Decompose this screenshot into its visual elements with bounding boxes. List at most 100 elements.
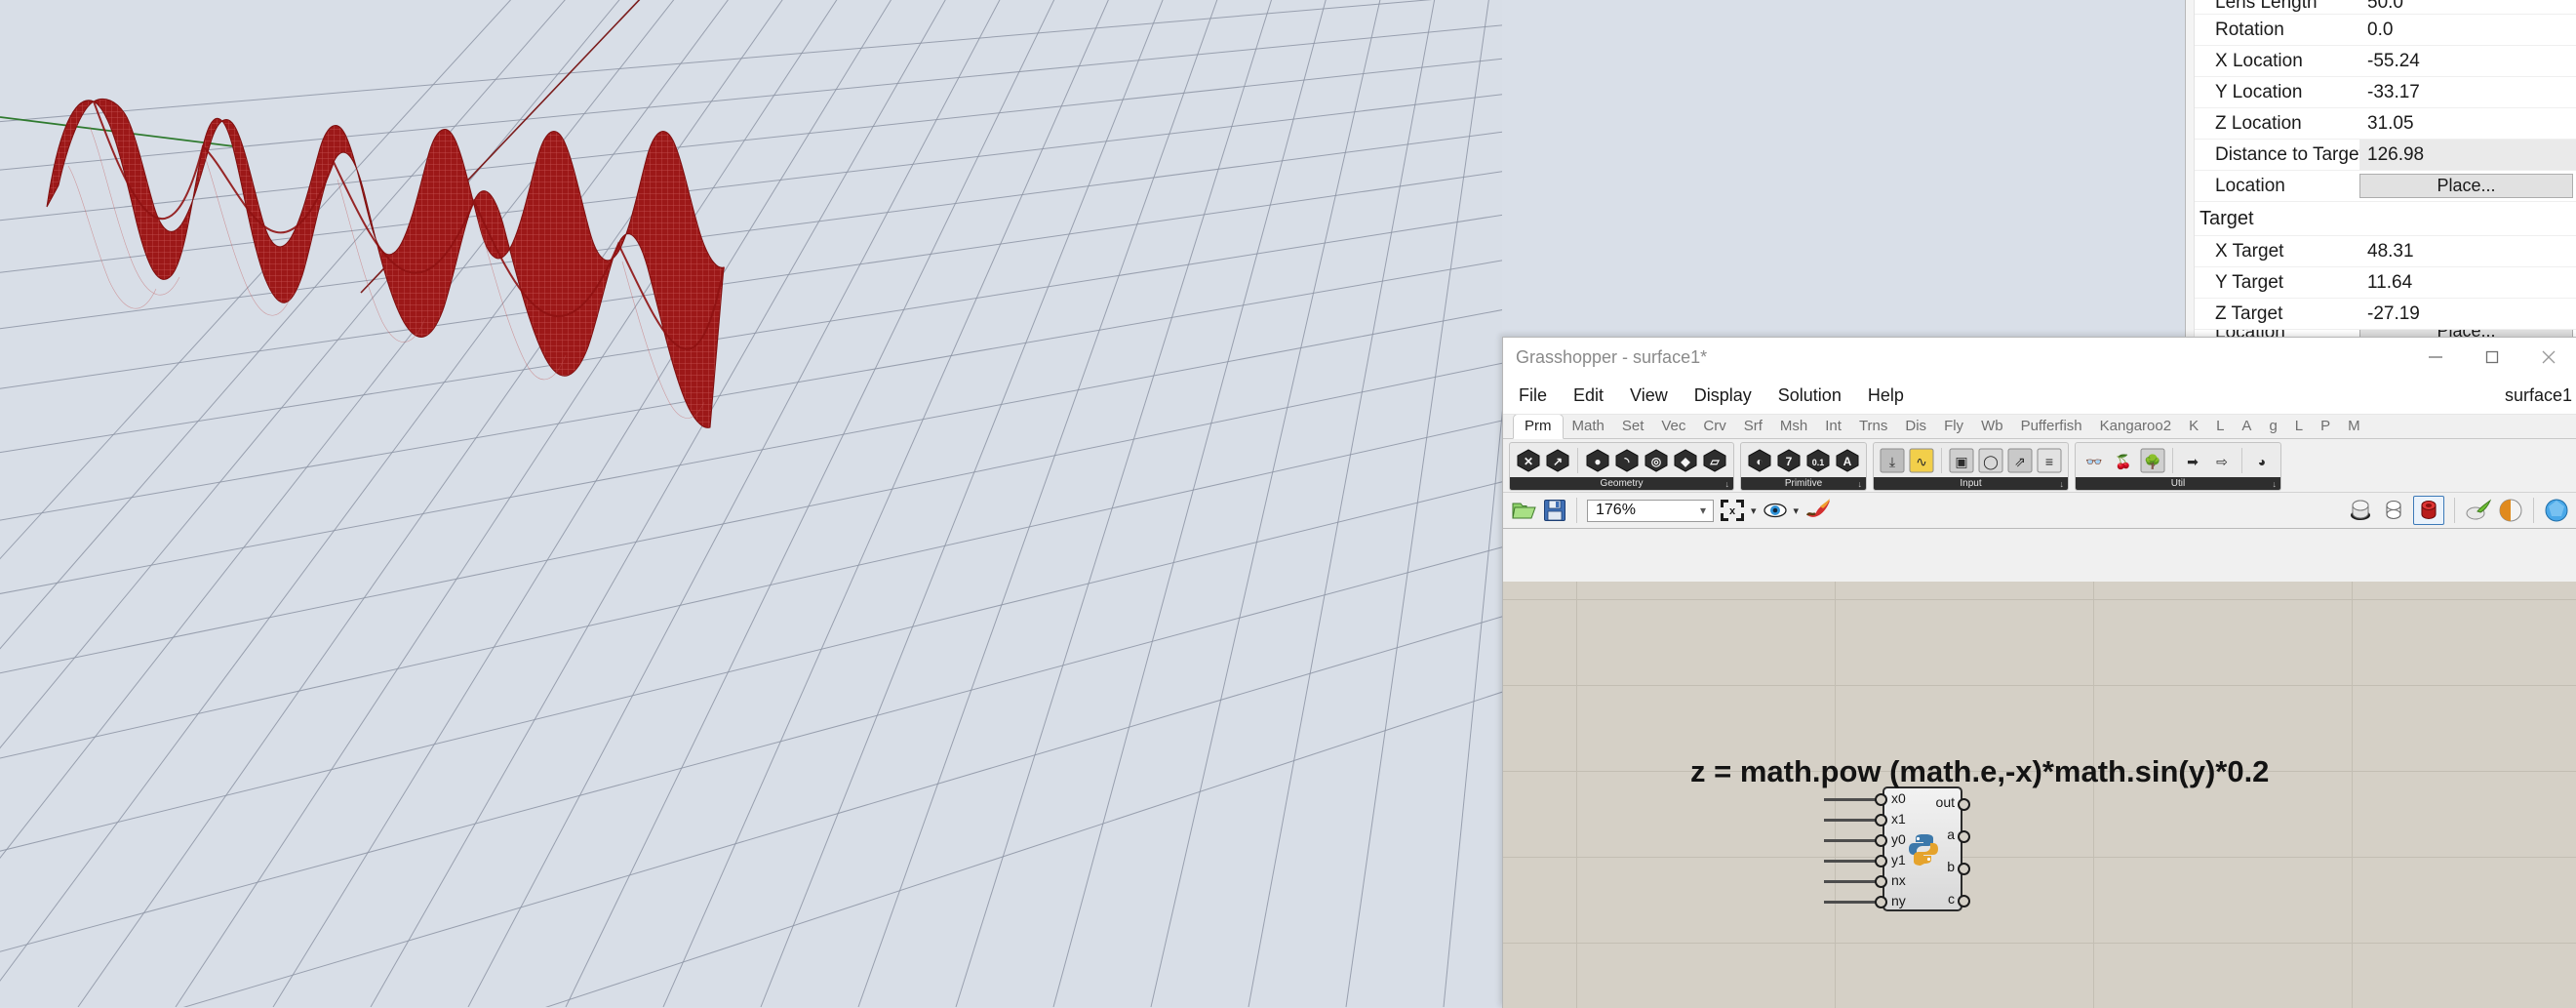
preview-shaded-icon[interactable]	[2413, 496, 2444, 525]
menu-item-view[interactable]: View	[1619, 385, 1679, 406]
output-pin-c[interactable]	[1958, 895, 1970, 907]
tab-a[interactable]: A	[2233, 416, 2260, 438]
input-panel-icon[interactable]: ≡	[2036, 448, 2063, 473]
property-row-location[interactable]: Location Place...	[2186, 171, 2576, 202]
primitive-boolean-icon[interactable]: ◐	[1746, 448, 1773, 473]
geometry-point-line-icon[interactable]: ◆	[1672, 448, 1699, 473]
tab-m[interactable]: M	[2339, 416, 2369, 438]
input-pin-ny[interactable]	[1875, 896, 1887, 908]
python-script-component[interactable]: x0 x1 y0 y1 nx ny out a b c	[1824, 786, 1970, 911]
eye-preview-icon[interactable]	[1763, 500, 1788, 521]
input-sketch-icon[interactable]: ∿	[1908, 448, 1935, 473]
output-pin-out[interactable]	[1958, 798, 1970, 811]
tab-fly[interactable]: Fly	[1935, 416, 1972, 438]
close-icon[interactable]	[2520, 338, 2576, 377]
property-row-z-target[interactable]: Z Target -27.19	[2186, 299, 2576, 330]
tab-kangaroo2[interactable]: Kangaroo2	[2091, 416, 2180, 438]
preview-shaded-off-icon[interactable]	[2347, 498, 2374, 523]
tab-crv[interactable]: Crv	[1694, 416, 1734, 438]
input-pin-y0[interactable]	[1875, 834, 1887, 847]
primitive-number-icon[interactable]: 0.1	[1804, 448, 1832, 473]
place-button[interactable]: Place...	[2359, 174, 2573, 198]
tab-srf[interactable]: Srf	[1735, 416, 1771, 438]
input-boolean-toggle-icon[interactable]: ▣	[1948, 448, 1975, 473]
input-pin-nx[interactable]	[1875, 875, 1887, 888]
util-tree-icon[interactable]: 🌳	[2139, 448, 2166, 473]
menu-item-help[interactable]: Help	[1857, 385, 1915, 406]
tab-l[interactable]: L	[2207, 416, 2233, 438]
tab-int[interactable]: Int	[1816, 416, 1850, 438]
property-row-rotation[interactable]: Rotation 0.0	[2186, 15, 2576, 46]
input-knob-icon[interactable]: ◯	[1977, 448, 2004, 473]
tab-wb[interactable]: Wb	[1972, 416, 2012, 438]
component-ribbon[interactable]: ✕ ↗ ● ◝ ◎ ◆ ▱ Geometry ↓ ◐ 7 0.1 A Primitive ↓ ⤓ ∿ ▣ ◯ ⇗ ≡ In…	[1503, 439, 2576, 492]
tab-l[interactable]: L	[2286, 416, 2312, 438]
property-row-z-location[interactable]: Z Location 31.05	[2186, 108, 2576, 140]
geometry-cross-icon[interactable]: ✕	[1515, 448, 1542, 473]
chevron-down-icon[interactable]: ▾	[1700, 504, 1706, 517]
tab-prm[interactable]: Prm	[1513, 414, 1564, 439]
primitive-integer-icon[interactable]: 7	[1775, 448, 1803, 473]
preview-wireframe-icon[interactable]	[2380, 498, 2407, 523]
util-arrow-hollow-icon[interactable]: ⇨	[2208, 448, 2236, 473]
maximize-icon[interactable]	[2464, 338, 2520, 377]
input-pin-x1[interactable]	[1875, 814, 1887, 827]
preview-dropdown-icon[interactable]: ▾	[1794, 504, 1800, 517]
rhino-viewport[interactable]	[0, 0, 1502, 1007]
tab-set[interactable]: Set	[1613, 416, 1653, 438]
input-pin-y1[interactable]	[1875, 855, 1887, 867]
grasshopper-toolbar[interactable]: 176% ▾ x ▾ ▾	[1503, 492, 2576, 529]
grasshopper-canvas[interactable]: x0 x1 y0 y1 nx ny out a b c z = math.pow…	[1503, 582, 2576, 1008]
tab-msh[interactable]: Msh	[1771, 416, 1816, 438]
input-import-icon[interactable]: ⤓	[1879, 448, 1906, 473]
tab-k[interactable]: K	[2180, 416, 2207, 438]
util-cherries-icon[interactable]: 🍒	[2110, 448, 2137, 473]
component-category-tabs[interactable]: Prm Math Set Vec Crv Srf Msh Int Trns Dis Fly Wb Puf…	[1503, 414, 2576, 439]
ribbon-group-expand-icon[interactable]: ↓	[2060, 479, 2065, 489]
open-folder-icon[interactable]	[1512, 499, 1537, 522]
preview-sphere-icon[interactable]	[2498, 498, 2523, 523]
grasshopper-menubar[interactable]: File Edit View Display Solution Help sur…	[1503, 377, 2576, 415]
geometry-mesh-icon[interactable]: ▱	[1701, 448, 1728, 473]
ribbon-group-expand-icon[interactable]: ↓	[2273, 479, 2278, 489]
geometry-surface-icon[interactable]: ◎	[1643, 448, 1670, 473]
geometry-curve-icon[interactable]: ◝	[1613, 448, 1641, 473]
menu-item-file[interactable]: File	[1508, 385, 1558, 406]
tab-g[interactable]: g	[2260, 416, 2285, 438]
util-glasses-icon[interactable]: 👓	[2081, 448, 2108, 473]
preview-draw-icon[interactable]	[2465, 498, 2492, 523]
property-row-distance-to-target[interactable]: Distance to Target 126.98	[2186, 140, 2576, 171]
tab-pufferfish[interactable]: Pufferfish	[2012, 416, 2091, 438]
geometry-arrow-icon[interactable]: ↗	[1544, 448, 1571, 473]
menu-item-display[interactable]: Display	[1684, 385, 1763, 406]
tab-dis[interactable]: Dis	[1896, 416, 1935, 438]
geometry-circle-icon[interactable]: ●	[1584, 448, 1611, 473]
tab-trns[interactable]: Trns	[1850, 416, 1896, 438]
preview-mode-icons[interactable]	[2347, 496, 2569, 525]
ribbon-group-expand-icon[interactable]: ↓	[1725, 479, 1730, 489]
util-cluster-icon[interactable]: ◕	[2248, 448, 2276, 473]
zoom-level-select[interactable]: 176% ▾	[1587, 499, 1714, 522]
minimize-icon[interactable]	[2407, 338, 2464, 377]
preview-blue-gem-icon[interactable]	[2544, 498, 2569, 523]
primitive-text-icon[interactable]: A	[1834, 448, 1861, 473]
zoom-extents-icon[interactable]: x	[1720, 499, 1745, 522]
menu-item-solution[interactable]: Solution	[1767, 385, 1852, 406]
menu-item-edit[interactable]: Edit	[1563, 385, 1614, 406]
input-pin-x0[interactable]	[1875, 793, 1887, 806]
grasshopper-window[interactable]: Grasshopper - surface1* File Edit View D…	[1502, 337, 2576, 1008]
bake-brush-icon[interactable]	[1804, 499, 1832, 522]
tab-math[interactable]: Math	[1564, 416, 1613, 438]
output-pin-b[interactable]	[1958, 863, 1970, 875]
property-row-y-target[interactable]: Y Target 11.64	[2186, 267, 2576, 299]
grasshopper-titlebar[interactable]: Grasshopper - surface1*	[1503, 338, 2576, 377]
util-arrow-solid-icon[interactable]: ➡	[2179, 448, 2206, 473]
save-floppy-icon[interactable]	[1543, 499, 1566, 522]
output-pin-a[interactable]	[1958, 830, 1970, 843]
property-row-lens-length[interactable]: Lens Length 50.0	[2186, 0, 2576, 15]
property-row-x-target[interactable]: X Target 48.31	[2186, 236, 2576, 267]
input-graph-mapper-icon[interactable]: ⇗	[2006, 448, 2034, 473]
property-row-x-location[interactable]: X Location -55.24	[2186, 46, 2576, 77]
zoom-extents-dropdown-icon[interactable]: ▾	[1751, 504, 1757, 517]
tab-p[interactable]: P	[2312, 416, 2339, 438]
